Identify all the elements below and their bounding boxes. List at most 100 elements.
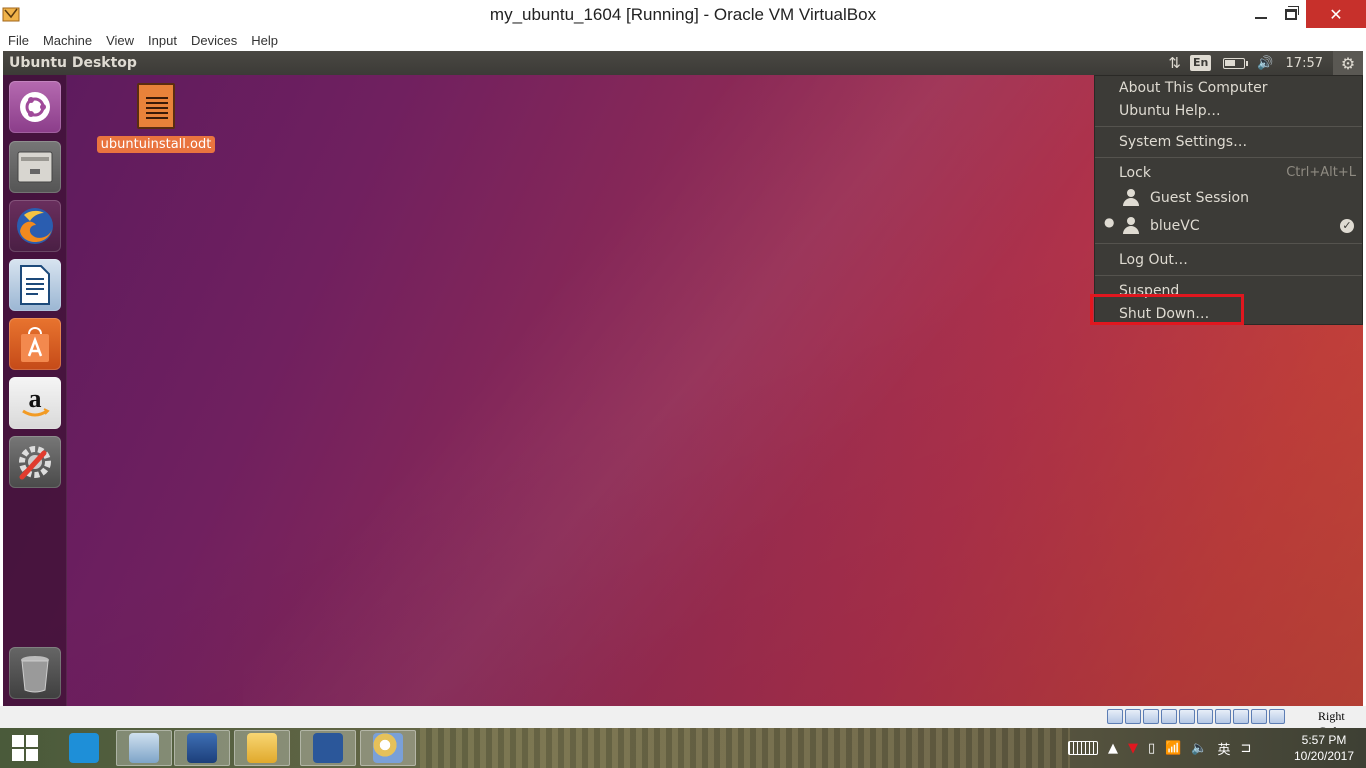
window-title: my_ubuntu_1604 [Running] - Oracle VM Vir… [489, 5, 877, 24]
clock-date: 10/20/2017 [1293, 749, 1355, 763]
launcher-system-settings[interactable] [9, 436, 61, 488]
touch-hand-icon [69, 733, 99, 763]
hard-disk-icon[interactable] [1107, 709, 1123, 724]
panel-title: Ubuntu Desktop [9, 55, 137, 71]
menu-item-help[interactable]: Ubuntu Help… [1119, 100, 1221, 122]
volume-icon[interactable]: 🔊 [1257, 51, 1273, 75]
menu-separator [1095, 157, 1362, 158]
minimize-icon [1255, 17, 1267, 19]
vbox-statusbar: Right Ctrl [0, 706, 1366, 738]
launcher-dash-home[interactable] [9, 81, 61, 133]
vbox-menubar: File Machine View Input Devices Help [0, 30, 1366, 50]
menu-item-about[interactable]: About This Computer [1119, 77, 1268, 99]
document-lines [146, 97, 168, 119]
windows-logo-icon [12, 735, 38, 761]
lock-shortcut: Ctrl+Alt+L [1286, 165, 1356, 180]
shared-folder-icon[interactable] [1179, 709, 1195, 724]
cpu-icon[interactable] [1233, 709, 1249, 724]
battery-tray-icon[interactable]: ▯ [1148, 741, 1155, 756]
wifi-signal-icon[interactable]: 📶 [1165, 741, 1181, 756]
taskbar-this-pc[interactable] [116, 730, 172, 766]
indicator-area: ⇅ En 🔊 17:57 ⚙ [1156, 51, 1363, 75]
trash-icon [21, 656, 49, 693]
amazon-icon: a [22, 384, 50, 417]
taskbar-word[interactable] [300, 730, 356, 766]
launcher-trash[interactable] [9, 647, 61, 699]
virtualbox-app-icon[interactable] [2, 5, 20, 23]
logout-highlight-box [1090, 294, 1244, 325]
menu-separator [1095, 243, 1362, 244]
ubuntu-top-panel: Ubuntu Desktop ⇅ En 🔊 17:57 ⚙ [3, 51, 1363, 75]
menu-devices[interactable]: Devices [191, 33, 237, 48]
word-icon [313, 733, 343, 763]
desktop-file-icon[interactable]: ubuntuinstall.odt [91, 83, 221, 153]
settings-gear-wrench-icon [19, 446, 51, 480]
ime-indicator[interactable]: 英 [1218, 739, 1231, 758]
close-button[interactable]: ✕ [1306, 0, 1366, 28]
launcher-ubuntu-software[interactable] [9, 318, 61, 370]
menu-machine[interactable]: Machine [43, 33, 92, 48]
network-adapter-icon[interactable] [1143, 709, 1159, 724]
menu-help[interactable]: Help [251, 33, 278, 48]
start-button[interactable] [0, 728, 50, 768]
session-menu: About This Computer Ubuntu Help… System … [1094, 75, 1363, 325]
taskbar-touch-keyboard[interactable] [56, 730, 112, 766]
svg-text:a: a [29, 384, 42, 413]
menu-file[interactable]: File [8, 33, 29, 48]
paint-palette-icon [373, 733, 403, 763]
menu-view[interactable]: View [106, 33, 134, 48]
launcher-firefox[interactable] [9, 200, 61, 252]
display-icon[interactable] [1197, 709, 1213, 724]
battery-indicator[interactable] [1223, 51, 1249, 75]
taskbar-virtualbox[interactable] [174, 730, 230, 766]
language-badge: En [1189, 55, 1212, 71]
unity-launcher: a [3, 75, 67, 706]
touch-keyboard-tray-icon[interactable] [1068, 741, 1098, 755]
file-cabinet-icon [17, 151, 53, 183]
network-icon[interactable]: ⇅ [1168, 51, 1180, 75]
restore-icon [1285, 5, 1299, 20]
mouse-integration-icon[interactable] [1251, 709, 1267, 724]
menu-item-lock[interactable]: Lock [1119, 162, 1151, 184]
keyboard-indicator[interactable]: En [1189, 51, 1212, 75]
minimize-button[interactable] [1244, 0, 1278, 28]
antivirus-icon[interactable]: ▼ [1128, 741, 1138, 756]
active-user-bullet: ● [1104, 215, 1115, 229]
session-gear-icon[interactable]: ⚙ [1333, 51, 1363, 75]
writer-document-icon [20, 265, 50, 305]
odt-document-icon [137, 83, 175, 129]
battery-level-fill [1225, 59, 1236, 66]
battery-icon [1223, 57, 1249, 69]
keyboard-capture-icon[interactable] [1269, 709, 1285, 724]
menu-item-log-out[interactable]: Log Out… [1119, 249, 1188, 271]
menu-item-system-settings[interactable]: System Settings… [1119, 131, 1247, 153]
shopping-bag-icon [21, 327, 49, 362]
guest-screen[interactable]: Ubuntu Desktop ⇅ En 🔊 17:57 ⚙ a ubuntuin… [3, 51, 1363, 706]
computer-icon [129, 733, 159, 763]
menu-separator [1095, 126, 1362, 127]
ime-mode-icon[interactable]: ⊐ [1241, 741, 1252, 756]
show-hidden-icons-icon[interactable]: ▲ [1108, 741, 1118, 756]
close-icon: ✕ [1329, 4, 1343, 24]
video-capture-icon[interactable] [1215, 709, 1231, 724]
taskbar-file-explorer[interactable] [234, 730, 290, 766]
taskbar-paint[interactable] [360, 730, 416, 766]
desktop-file-label: ubuntuinstall.odt [96, 136, 216, 153]
launcher-amazon[interactable]: a [9, 377, 61, 429]
optical-drive-icon[interactable] [1125, 709, 1141, 724]
menu-input[interactable]: Input [148, 33, 177, 48]
speaker-icon[interactable]: 🔈 [1191, 741, 1207, 756]
usb-icon[interactable] [1161, 709, 1177, 724]
taskbar-clock[interactable]: 5:57 PM 10/20/2017 [1284, 732, 1364, 764]
system-tray: ▲ ▼ ▯ 📶 🔈 英 ⊐ [1068, 728, 1261, 768]
folder-icon [247, 733, 277, 763]
clock-time: 5:57 PM [1301, 733, 1347, 747]
launcher-files[interactable] [9, 141, 61, 193]
panel-clock[interactable]: 17:57 [1286, 51, 1323, 75]
window-titlebar: my_ubuntu_1604 [Running] - Oracle VM Vir… [0, 0, 1366, 30]
menu-item-guest-session[interactable]: Guest Session [1150, 187, 1249, 209]
restore-button[interactable] [1274, 0, 1308, 28]
launcher-libreoffice-writer[interactable] [9, 259, 61, 311]
menu-item-user-bluevc[interactable]: blueVC [1150, 215, 1200, 237]
virtualbox-cube-icon [187, 733, 217, 763]
